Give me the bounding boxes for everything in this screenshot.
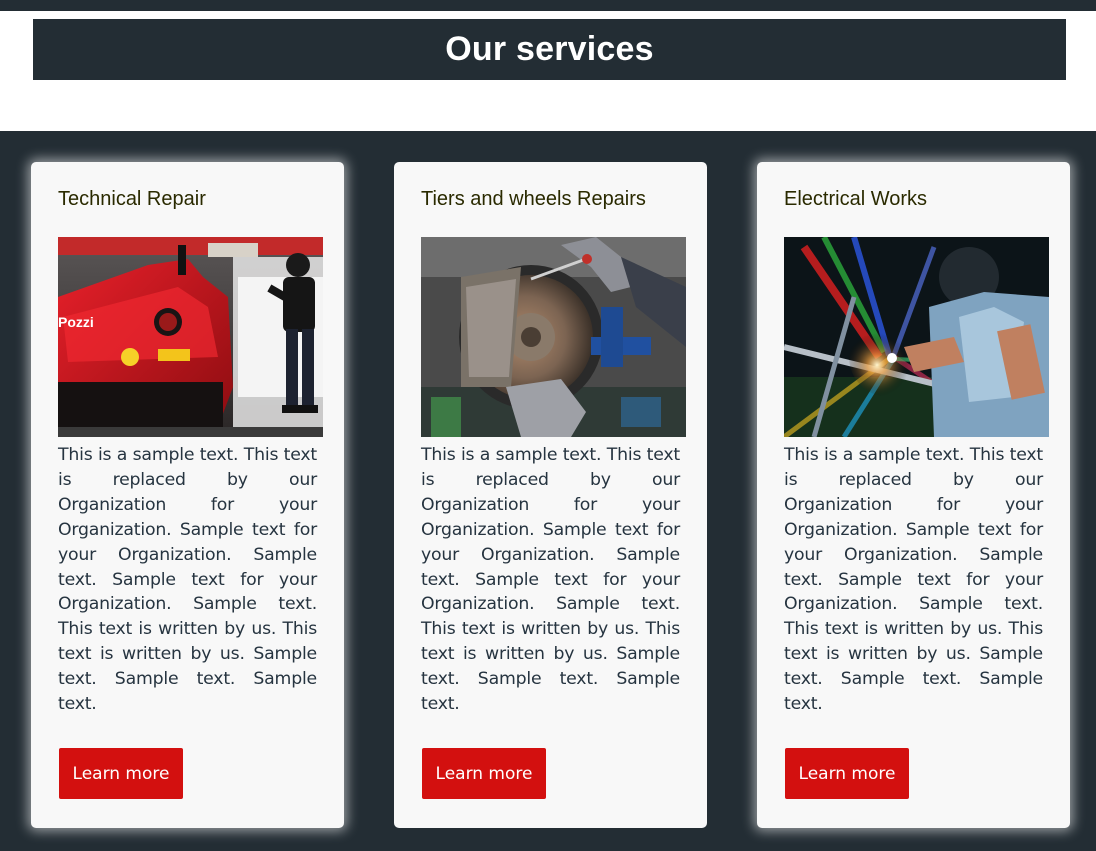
card-description: This is a sample text. This text is repl… — [784, 445, 1043, 715]
service-card-technical-repair: Technical Repair Pozzi This is a sample … — [31, 162, 344, 828]
brake-disc-repair-photo — [421, 237, 686, 437]
svg-text:Pozzi: Pozzi — [58, 314, 94, 330]
card-description: This is a sample text. This text is repl… — [58, 445, 317, 715]
service-card-electrical-works: Electrical Works This is a sample text. … — [757, 162, 1070, 828]
learn-more-button[interactable]: Learn more — [422, 748, 546, 799]
welding-work-photo — [784, 237, 1049, 437]
header-area: Our services — [0, 11, 1096, 131]
learn-more-button[interactable]: Learn more — [785, 748, 909, 799]
title-bar: Our services — [33, 19, 1066, 80]
card-title: Technical Repair — [58, 188, 206, 210]
service-card-tires-wheels: Tiers and wheels Repairs This is a sampl… — [394, 162, 707, 828]
page-title: Our services — [445, 30, 654, 68]
card-description: This is a sample text. This text is repl… — [421, 445, 680, 715]
card-title: Tiers and wheels Repairs — [421, 188, 646, 210]
learn-more-button[interactable]: Learn more — [59, 748, 183, 799]
race-car-repair-photo: Pozzi — [58, 237, 323, 437]
top-strip — [0, 0, 1096, 11]
card-title: Electrical Works — [784, 188, 927, 210]
